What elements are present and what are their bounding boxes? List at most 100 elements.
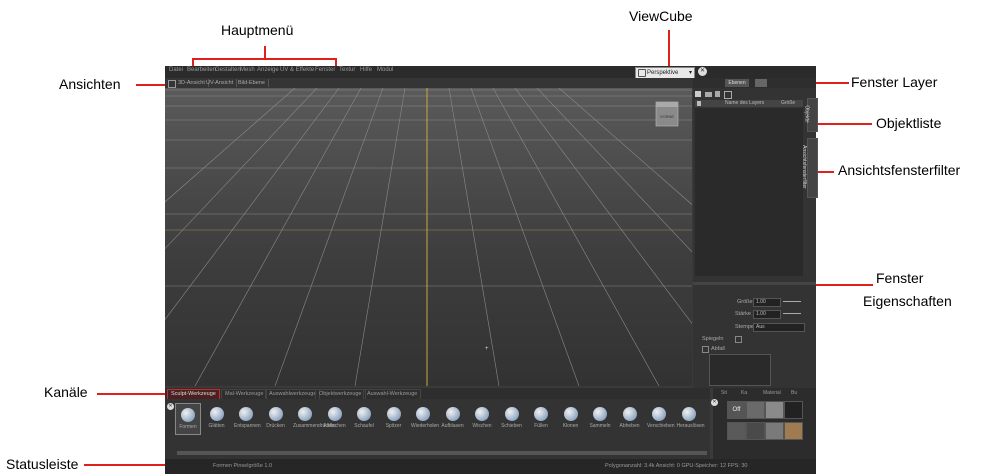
prop-size-label: Größe [737, 299, 753, 305]
tab-kacheln[interactable]: Ka [741, 390, 747, 396]
layer-tab-bar: Ebenen [693, 78, 816, 88]
tool-14[interactable]: Sammeln [588, 403, 612, 429]
falloff-curve[interactable] [709, 354, 771, 386]
prop-stamp-select[interactable]: Aus [753, 323, 805, 332]
tool-9[interactable]: Aufblasen [441, 403, 465, 429]
tool-4[interactable]: Zusammendrücken [293, 403, 336, 429]
tool-11[interactable]: Schieben [500, 403, 524, 429]
tab-ansichtsfensterfilter[interactable]: Ansichtsfensterfilter [801, 138, 818, 198]
viewport-3d[interactable]: VORNE + [165, 88, 692, 386]
stamp-thumb-6[interactable] [765, 422, 784, 440]
viewcube[interactable]: VORNE [655, 101, 679, 127]
label-kanaele: Kanäle [44, 384, 88, 400]
label-ansichten: Ansichten [59, 76, 121, 92]
camera-select-value: Perspektive [647, 70, 679, 76]
layer-view-icon[interactable] [755, 79, 767, 87]
label-viewcube: ViewCube [629, 8, 693, 24]
menu-mesh[interactable]: Mesh [240, 67, 255, 73]
tool-3[interactable]: Drücken [264, 403, 288, 429]
tool-icon [445, 407, 460, 421]
delete-icon[interactable] [715, 91, 720, 97]
new-layer-icon[interactable] [695, 91, 701, 97]
stamp-thumb-4[interactable] [727, 422, 746, 440]
tool-5[interactable]: Abflachen [323, 403, 347, 429]
close-icon[interactable]: ✕ [698, 67, 707, 76]
tool-label: Herauslösen [676, 423, 705, 429]
label-hauptmenue: Hauptmenü [221, 22, 294, 38]
tray-scrollbar[interactable] [177, 451, 707, 455]
stamp-thumb-2[interactable] [765, 401, 784, 419]
tab-ebenen[interactable]: Ebenen [725, 79, 749, 87]
tool-label: Zusammendrücken [293, 423, 336, 429]
falloff-checkbox[interactable] [702, 346, 709, 353]
stamp-thumb-7[interactable] [784, 422, 803, 440]
tool-16[interactable]: Verschieben [647, 403, 675, 429]
tool-2[interactable]: Entspannen [234, 403, 261, 429]
tool-icon [239, 407, 253, 421]
tool-1[interactable]: Glätten [205, 403, 229, 429]
label-fenster-eigenschaften-1: Fenster [876, 270, 924, 286]
close-tray-icon[interactable]: ✕ [167, 403, 174, 410]
size-slider[interactable] [783, 301, 801, 302]
tool-label: Schaufel [354, 423, 374, 429]
label-objektliste: Objektliste [876, 115, 942, 131]
line-hauptmenue-left [192, 58, 194, 66]
prop-size-field[interactable]: 1.00 [753, 298, 781, 307]
tool-icon [298, 407, 312, 421]
panel-splitter[interactable] [693, 282, 816, 285]
close-material-icon[interactable]: ✕ [711, 399, 718, 406]
tool-17[interactable]: Herauslösen [676, 403, 705, 429]
tool-label: Verschieben [647, 423, 675, 429]
menu-modul[interactable]: Modul [377, 67, 393, 73]
stamp-thumb-3[interactable] [784, 401, 803, 419]
menu-bearbeiten[interactable]: Bearbeiten [187, 67, 216, 73]
strength-slider[interactable] [783, 313, 801, 314]
tool-7[interactable]: Spitzer [382, 403, 406, 429]
tool-label: Spitzer [385, 423, 402, 429]
tab-material[interactable]: Material [763, 390, 781, 396]
folder-icon[interactable] [705, 92, 712, 97]
stamp-thumb-5[interactable] [746, 422, 765, 440]
menu-fenster[interactable]: Fenster [315, 67, 335, 73]
tool-15[interactable]: Abheben [618, 403, 642, 429]
label-fenster-eigenschaften-2: Eigenschaften [863, 293, 952, 309]
layer-list[interactable] [695, 108, 803, 276]
crosshair-icon: + [485, 346, 489, 352]
tool-icon [386, 407, 401, 421]
tool-8[interactable]: Wiederholen [411, 403, 439, 429]
tab-uv-ansicht[interactable]: UV-Ansicht [203, 79, 238, 87]
prop-strength-label: Stärke [735, 311, 751, 317]
line-kanaele [97, 393, 165, 395]
lock-icon [697, 101, 701, 106]
tool-label: Aufblasen [441, 423, 464, 429]
mirror-checkbox[interactable] [735, 336, 742, 343]
stamp-off-thumb[interactable]: Off [727, 401, 746, 419]
stamp-thumb-1[interactable] [746, 401, 765, 419]
tab-bu[interactable]: Bu [791, 390, 797, 396]
menu-textur[interactable]: Textur [339, 67, 355, 73]
layer-col-size: Größe [781, 100, 796, 106]
menu-uv-effekte[interactable]: UV & Effekte [280, 67, 314, 73]
tool-12[interactable]: Füllen [529, 403, 553, 429]
label-statusleiste: Statusleiste [6, 456, 79, 472]
tab-objektliste-label: Objekte [803, 105, 810, 123]
tool-10[interactable]: Wischen [470, 403, 494, 429]
tool-icon [416, 407, 430, 421]
menu-datei[interactable]: Datei [169, 67, 183, 73]
status-left: Formen Pinselgröße 1.0 [213, 463, 272, 469]
tool-6[interactable]: Schaufel [352, 403, 376, 429]
menu-hilfe[interactable]: Hilfe [360, 67, 372, 73]
menu-anzeige[interactable]: Anzeige [257, 67, 279, 73]
tool-0[interactable]: Formen [175, 403, 201, 435]
tool-label: Entspannen [234, 423, 261, 429]
tab-bild-ebene[interactable]: Bild-Ebene [235, 79, 269, 87]
line-hauptmenue-mid [264, 46, 266, 59]
merge-icon[interactable] [724, 91, 732, 99]
tool-13[interactable]: Klonen [559, 403, 583, 429]
tab-stempel[interactable]: Sti [721, 390, 727, 396]
channel-tabs: Sculpt-Werkzeuge Mal-Werkzeuge Auswahlwe… [165, 388, 710, 400]
line-hauptmenue-right [335, 58, 337, 66]
tab-objektliste[interactable]: Objekte [803, 98, 818, 132]
menu-gestalten[interactable]: Gestalten [215, 67, 241, 73]
prop-strength-field[interactable]: 1.00 [753, 310, 781, 319]
